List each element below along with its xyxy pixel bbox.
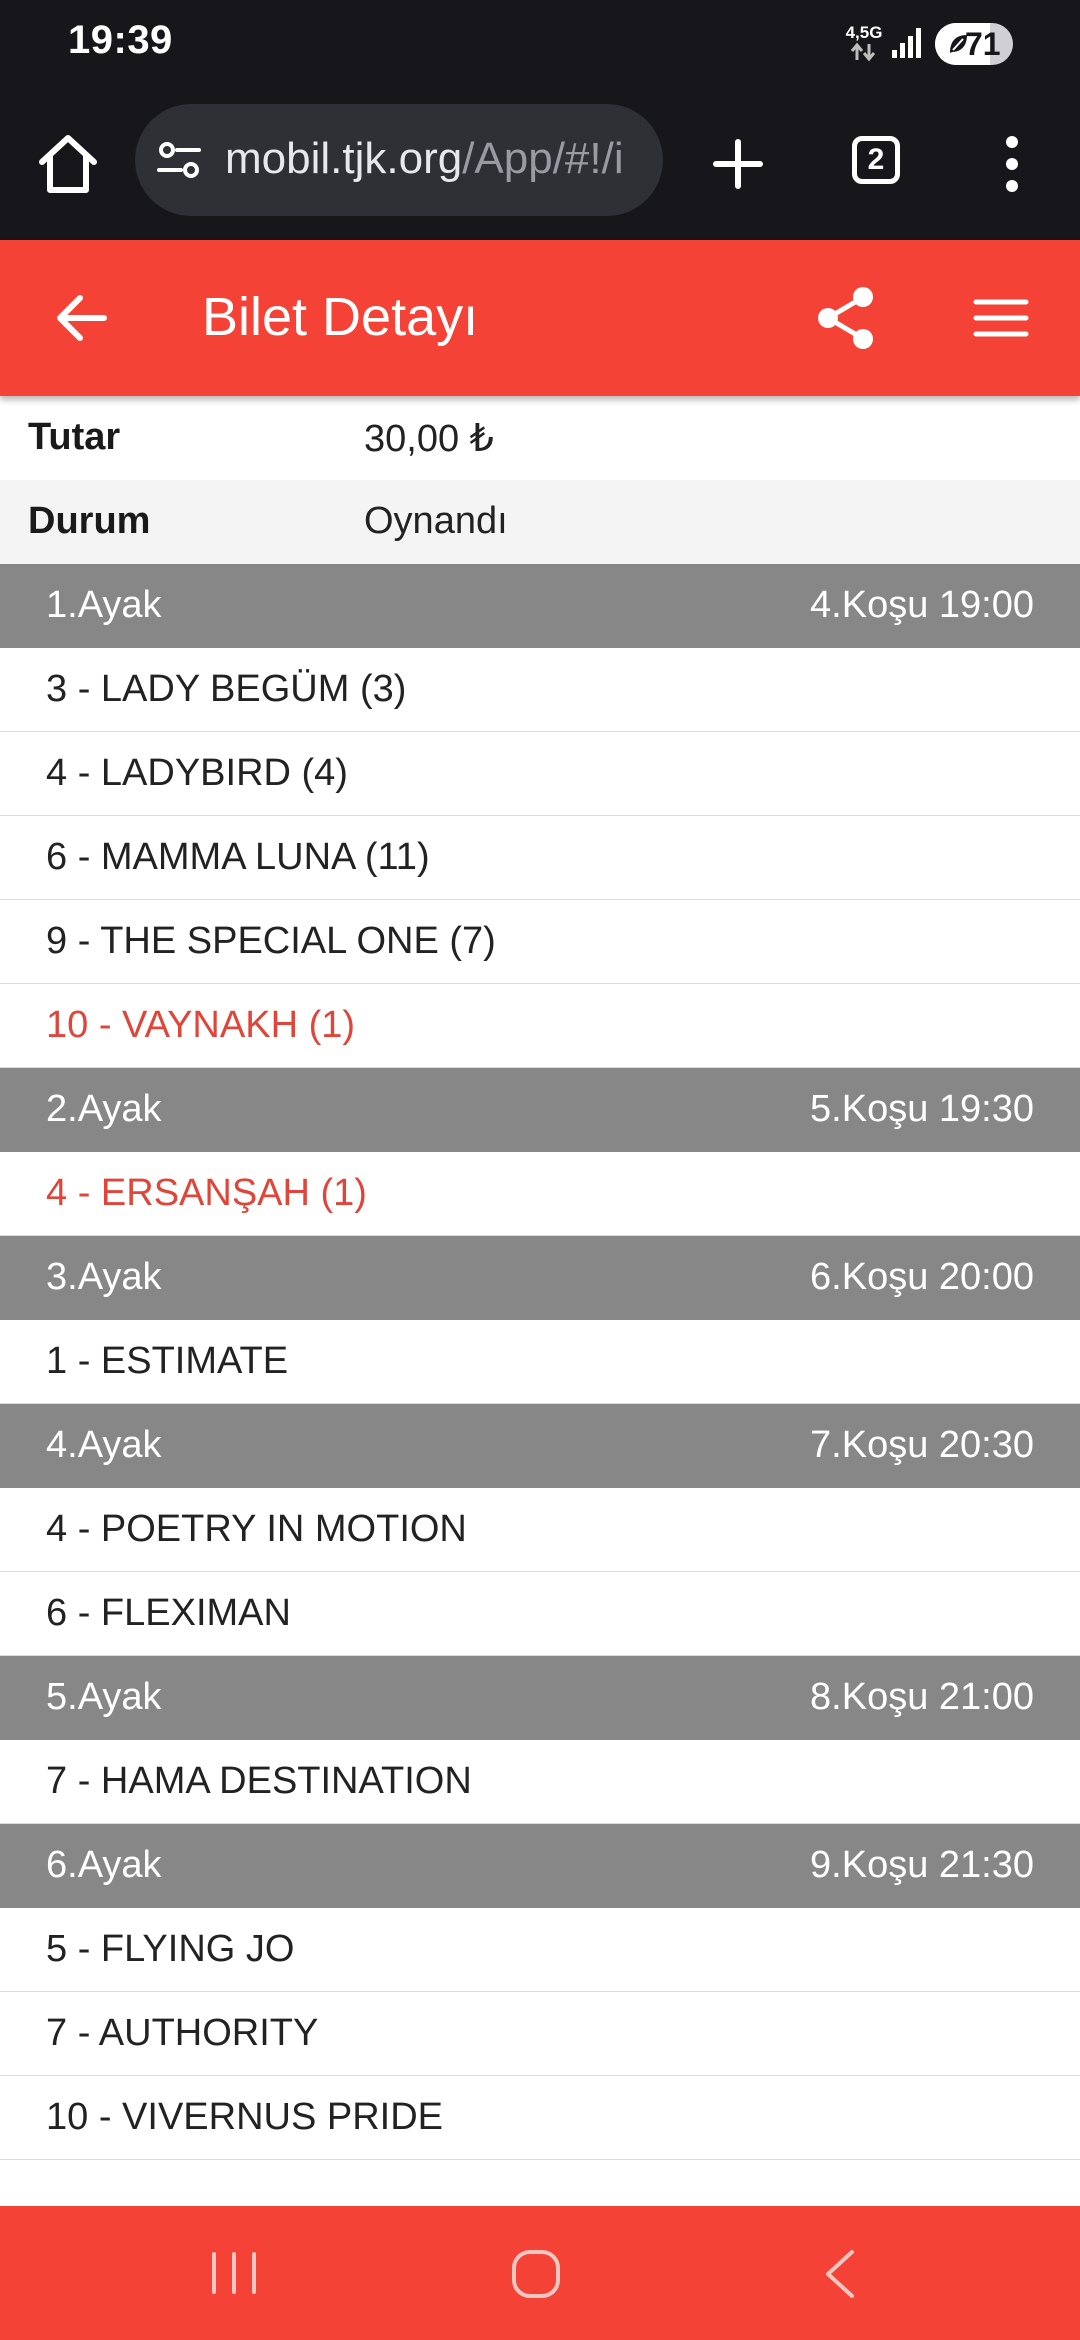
more-vert-icon[interactable] — [994, 128, 1030, 200]
legs-list: 1.Ayak 4.Koşu 19:00 3 - LADY BEGÜM (3) 4 - … — [0, 564, 1080, 2160]
horse-name: 7 - AUTHORITY — [46, 2012, 319, 2054]
horse-row: 7 - HAMA DESTINATION — [0, 1740, 1080, 1824]
leg-race-time: 6.Koşu 20:00 — [810, 1256, 1034, 1298]
home-icon[interactable] — [506, 2244, 566, 2304]
back-arrow-icon[interactable] — [46, 282, 118, 354]
battery-percent: 71 — [965, 26, 1001, 62]
leg-header: 2.Ayak 5.Koşu 19:30 — [0, 1068, 1080, 1152]
site-info-icon[interactable] — [155, 136, 203, 184]
app-header: Bilet Detayı — [0, 240, 1080, 396]
horse-name: 4 - LADYBIRD (4) — [46, 752, 348, 794]
horse-name-winner: 4 - ERSANŞAH (1) — [46, 1172, 367, 1214]
address-bar[interactable]: mobil.tjk.org/App/#!/i — [135, 104, 663, 216]
leg-race-time: 5.Koşu 19:30 — [810, 1088, 1034, 1130]
ticket-info-list: Tutar 30,00 ₺ Durum Oynandı — [0, 396, 1080, 564]
horse-row: 10 - VAYNAKH (1) — [0, 984, 1080, 1068]
leg-name: 3.Ayak — [46, 1256, 162, 1298]
horse-row: 9 - THE SPECIAL ONE (7) — [0, 900, 1080, 984]
horse-name-winner: 10 - VAYNAKH (1) — [46, 1004, 356, 1046]
leg-race-time: 9.Koşu 21:30 — [810, 1844, 1034, 1886]
horse-name: 1 - ESTIMATE — [46, 1340, 289, 1382]
tabs-button[interactable]: 2 — [852, 136, 900, 184]
url-path: /App/#!/i — [462, 134, 624, 183]
leg-race-time: 8.Koşu 21:00 — [810, 1676, 1034, 1718]
horse-name: 6 - MAMMA LUNA (11) — [46, 836, 430, 878]
horse-row: 6 - FLEXIMAN — [0, 1572, 1080, 1656]
detail-value: 30,00 ₺ — [364, 418, 494, 460]
leg-header: 4.Ayak 7.Koşu 20:30 — [0, 1404, 1080, 1488]
horse-name: 7 - HAMA DESTINATION — [46, 1760, 472, 1802]
ticket-detail-content[interactable]: Tutar 30,00 ₺ Durum Oynandı 1.Ayak 4.Koşu… — [0, 396, 1080, 2206]
leg-name: 4.Ayak — [46, 1424, 162, 1466]
horse-row: 4 - LADYBIRD (4) — [0, 732, 1080, 816]
leg-race-time: 4.Koşu 19:00 — [810, 584, 1034, 626]
back-icon[interactable] — [818, 2246, 862, 2302]
horse-row: 6 - MAMMA LUNA (11) — [0, 816, 1080, 900]
horse-name: 4 - POETRY IN MOTION — [46, 1508, 467, 1550]
leg-header: 1.Ayak 4.Koşu 19:00 — [0, 564, 1080, 648]
battery-indicator: 71 — [935, 23, 1013, 65]
horse-row: 7 - AUTHORITY — [0, 1992, 1080, 2076]
horse-row: 1 - ESTIMATE — [0, 1320, 1080, 1404]
horse-name: 9 - THE SPECIAL ONE (7) — [46, 920, 496, 962]
url-domain: mobil.tjk.org — [225, 134, 463, 183]
network-type-label: 4,5G — [845, 23, 883, 42]
leg-name: 6.Ayak — [46, 1844, 162, 1886]
leg-name: 1.Ayak — [46, 584, 162, 626]
leg-header: 5.Ayak 8.Koşu 21:00 — [0, 1656, 1080, 1740]
recents-icon[interactable] — [208, 2248, 260, 2298]
leg-header: 3.Ayak 6.Koşu 20:00 — [0, 1236, 1080, 1320]
detail-row-status: Durum Oynandı — [0, 480, 1080, 564]
horse-row: 3 - LADY BEGÜM (3) — [0, 648, 1080, 732]
horse-row: 4 - ERSANŞAH (1) — [0, 1152, 1080, 1236]
tab-count: 2 — [867, 143, 885, 176]
detail-row-amount: Tutar 30,00 ₺ — [0, 396, 1080, 480]
system-nav-bar — [0, 2206, 1080, 2340]
leg-name: 2.Ayak — [46, 1088, 162, 1130]
detail-label: Durum — [28, 500, 151, 542]
new-tab-icon[interactable] — [702, 128, 774, 200]
horse-row: 4 - POETRY IN MOTION — [0, 1488, 1080, 1572]
status-time: 19:39 — [68, 18, 173, 62]
horse-row: 10 - VIVERNUS PRIDE — [0, 2076, 1080, 2160]
status-bar: 19:39 4,5G 71 — [0, 0, 1080, 88]
page-title: Bilet Detayı — [202, 287, 479, 347]
horse-name: 10 - VIVERNUS PRIDE — [46, 2096, 443, 2138]
browser-toolbar: mobil.tjk.org/App/#!/i 2 — [0, 88, 1080, 240]
detail-label: Tutar — [28, 416, 121, 458]
leg-name: 5.Ayak — [46, 1676, 162, 1718]
horse-name: 5 - FLYING JO — [46, 1928, 295, 1970]
hamburger-menu-icon[interactable] — [966, 282, 1036, 354]
data-activity-icon — [850, 42, 876, 62]
horse-name: 3 - LADY BEGÜM (3) — [46, 668, 407, 710]
horse-row: 5 - FLYING JO — [0, 1908, 1080, 1992]
share-icon[interactable] — [808, 280, 884, 356]
signal-icon — [892, 28, 921, 58]
detail-value: Oynandı — [364, 500, 508, 542]
leg-race-time: 7.Koşu 20:30 — [810, 1424, 1034, 1466]
url-text[interactable]: mobil.tjk.org/App/#!/i — [225, 134, 624, 184]
leg-header: 6.Ayak 9.Koşu 21:30 — [0, 1824, 1080, 1908]
home-icon[interactable] — [32, 128, 104, 200]
horse-name: 6 - FLEXIMAN — [46, 1592, 291, 1634]
